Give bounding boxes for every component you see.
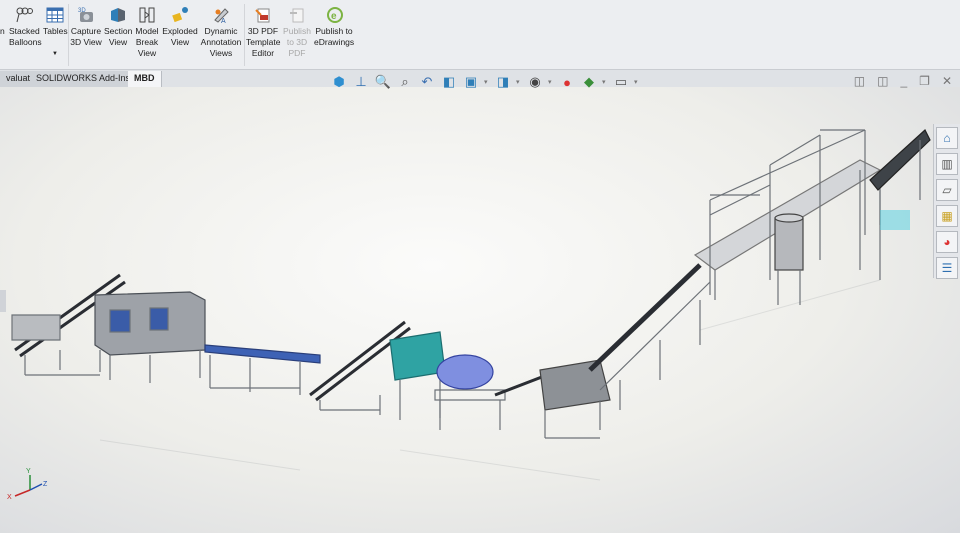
- capture-3d-view-button[interactable]: 3D Capture 3D View: [70, 6, 102, 48]
- section-view-button[interactable]: Section View: [104, 6, 132, 48]
- previous-view-icon[interactable]: ↶: [418, 73, 436, 91]
- task-pane-tabs: ⌂ ▥ ▱ ▦ ◕ ☰: [933, 124, 960, 279]
- 3d-pdf-template-editor-icon: [255, 8, 270, 23]
- tab-solidworks-add-ins[interactable]: SOLIDWORKS Add-Ins: [30, 71, 138, 87]
- dropdown-arrow-icon[interactable]: ▼: [43, 49, 67, 60]
- edrawings-icon: e: [327, 7, 343, 23]
- feature-manager-expand-handle[interactable]: [0, 290, 6, 312]
- model-break-view-icon: [139, 7, 155, 23]
- conveyor-line-model[interactable]: Y X Z: [0, 87, 960, 533]
- tab-mbd[interactable]: MBD: [128, 71, 162, 87]
- stacked-balloons-icon: [16, 7, 33, 23]
- view-palette-icon[interactable]: ▦: [936, 205, 958, 227]
- button-label: Capture 3D View: [70, 26, 102, 47]
- svg-text:A: A: [221, 18, 226, 24]
- ribbon: n Stacked Balloons Tables ▼ 3D Capture 3…: [0, 0, 960, 70]
- home-icon[interactable]: ⌂: [936, 127, 958, 149]
- svg-text:e: e: [331, 11, 337, 22]
- coordinate-triad: Y X Z: [7, 468, 48, 501]
- tile-right-icon[interactable]: ◫: [877, 74, 888, 88]
- publish-3d-pdf-icon: [290, 8, 304, 23]
- button-label: 3D PDF Template Editor: [246, 26, 281, 58]
- apply-scene-icon[interactable]: ◆: [580, 73, 598, 91]
- capture-3d-view-icon: 3D: [78, 8, 93, 22]
- view-orientation-icon[interactable]: ▣: [462, 73, 480, 91]
- button-label: Publish to 3D PDF: [283, 26, 311, 58]
- dynamic-annotation-views-button[interactable]: A Dynamic Annotation Views: [200, 6, 242, 59]
- button-label: Tables: [43, 26, 68, 36]
- minimize-icon[interactable]: _: [900, 74, 907, 88]
- button-label: Model Break View: [135, 26, 159, 58]
- dropdown-arrow-icon[interactable]: ▾: [548, 78, 554, 86]
- tables-icon: [46, 7, 64, 23]
- dynamic-annotation-views-icon: A: [214, 8, 229, 24]
- button-label: Section View: [104, 26, 133, 47]
- ribbon-button-partial[interactable]: n: [0, 26, 5, 37]
- button-label: Stacked Balloons: [9, 26, 42, 47]
- button-label: Dynamic Annotation Views: [200, 26, 242, 58]
- design-library-icon[interactable]: ▥: [936, 153, 958, 175]
- window-controls: ◫ ◫ _ ❐ ✕: [854, 74, 952, 88]
- dropdown-arrow-icon[interactable]: ▾: [602, 78, 608, 86]
- axis-label-x: X: [7, 494, 12, 501]
- tile-left-icon[interactable]: ◫: [854, 74, 865, 88]
- separator: [244, 4, 245, 66]
- axis-label-z: Z: [43, 481, 48, 488]
- tables-button[interactable]: Tables ▼: [43, 6, 68, 60]
- button-label: Exploded View: [162, 26, 198, 47]
- axis-label-y: Y: [26, 468, 31, 475]
- button-label: Publish to eDrawings: [314, 26, 355, 47]
- view-settings-icon[interactable]: ▭: [612, 73, 630, 91]
- model-break-view-button[interactable]: Model Break View: [134, 6, 160, 59]
- publish-edrawings-button[interactable]: e Publish to eDrawings: [314, 6, 354, 48]
- hide-show-items-icon[interactable]: ◉: [526, 73, 544, 91]
- custom-properties-icon[interactable]: ☰: [936, 257, 958, 279]
- exploded-view-button[interactable]: Exploded View: [162, 6, 198, 48]
- dropdown-arrow-icon[interactable]: ▾: [516, 78, 522, 86]
- restore-icon[interactable]: ❐: [919, 74, 930, 88]
- publish-3d-pdf-button[interactable]: Publish to 3D PDF: [282, 6, 312, 59]
- svg-text:3D: 3D: [78, 8, 86, 14]
- dropdown-arrow-icon[interactable]: ▾: [634, 78, 640, 86]
- section-view-icon[interactable]: ◧: [440, 73, 458, 91]
- dropdown-arrow-icon[interactable]: ▾: [484, 78, 490, 86]
- heads-up-view-toolbar: ⬢ ⊥ 🔍 ⌕ ↶ ◧ ▣ ▾ ◨ ▾ ◉ ▾ ● ◆ ▾ ▭ ▾: [330, 72, 640, 92]
- stacked-balloons-button[interactable]: Stacked Balloons: [9, 6, 42, 48]
- view-orientation-cube-icon[interactable]: ⬢: [330, 73, 348, 91]
- zoom-to-area-icon[interactable]: ⌕: [396, 73, 414, 91]
- zoom-to-fit-icon[interactable]: 🔍: [374, 73, 392, 91]
- button-label: n: [0, 26, 5, 36]
- 3d-pdf-template-editor-button[interactable]: 3D PDF Template Editor: [246, 6, 281, 59]
- close-icon[interactable]: ✕: [942, 74, 952, 88]
- separator: [68, 4, 69, 66]
- edit-appearance-icon[interactable]: ●: [558, 73, 576, 91]
- section-view-icon: [111, 8, 125, 22]
- file-explorer-icon[interactable]: ▱: [936, 179, 958, 201]
- exploded-view-icon: [172, 7, 188, 23]
- normal-to-icon[interactable]: ⊥: [352, 73, 370, 91]
- display-style-icon[interactable]: ◨: [494, 73, 512, 91]
- appearances-icon[interactable]: ◕: [936, 231, 958, 253]
